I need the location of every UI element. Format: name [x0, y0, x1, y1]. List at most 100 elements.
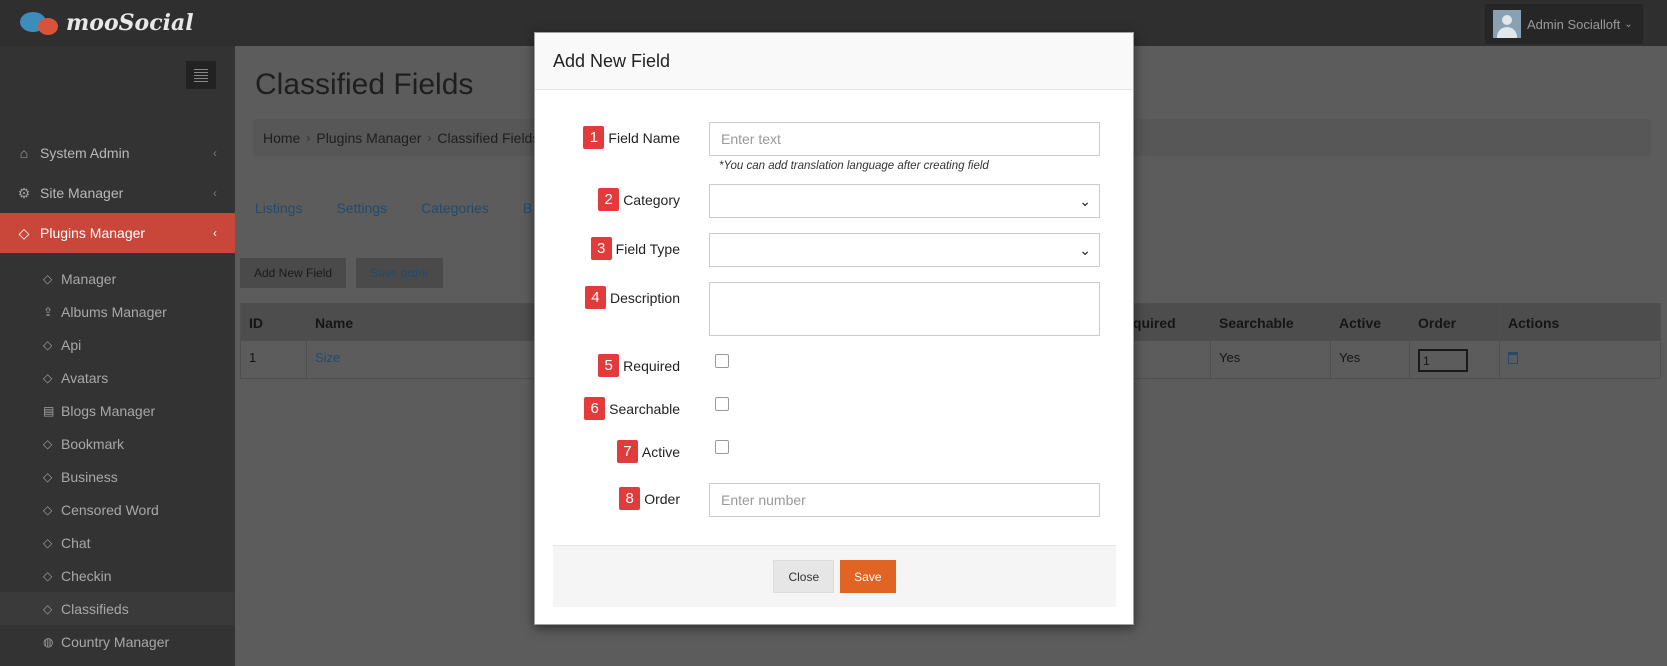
label-text: Description — [609, 289, 680, 306]
field-type-select[interactable]: ⌄ — [709, 233, 1100, 267]
sidebar: ⌂ System Admin ‹ ⚙ Site Manager ‹ ◇ Plug… — [0, 46, 235, 666]
avatar — [1493, 10, 1521, 38]
subitem-label: Bookmark — [61, 435, 125, 452]
action-buttons: Add New Field Save order — [240, 258, 443, 288]
step-badge: 4 — [584, 286, 606, 309]
user-menu[interactable]: Admin Socialloft ⌄ — [1485, 4, 1643, 44]
add-new-field-button[interactable]: Add New Field — [240, 258, 347, 288]
category-label: 2 Category — [598, 188, 680, 211]
order-input[interactable]: Enter number — [709, 483, 1100, 517]
label-text: Searchable — [609, 400, 680, 417]
add-field-modal: Add New Field 1 Field Name Enter text *Y… — [534, 32, 1134, 625]
step-badge: 5 — [598, 354, 620, 377]
tag-icon: ◇ — [43, 436, 53, 451]
order-input[interactable]: 1 — [1418, 349, 1468, 372]
chevron-left-icon: ‹ — [213, 186, 217, 200]
sidebar-subitem[interactable]: ◇ Api — [0, 328, 235, 361]
globe-icon: ◍ — [43, 634, 54, 649]
category-select[interactable]: ⌄ — [709, 184, 1100, 218]
sidebar-item-system-admin[interactable]: ⌂ System Admin ‹ — [0, 133, 235, 173]
user-name: Admin Socialloft — [1527, 16, 1621, 32]
sidebar-subitem-classifieds[interactable]: ◇ Classifieds — [0, 592, 235, 625]
sidebar-subitem[interactable]: ◇ Censored Word — [0, 493, 235, 526]
subitem-label: Business — [61, 468, 118, 485]
gears-icon: ⚙ — [17, 184, 31, 201]
cell-active: Yes — [1331, 341, 1410, 378]
sidebar-subitem[interactable]: ◇ Manager — [0, 262, 235, 295]
tag-icon: ◇ — [43, 568, 53, 583]
tab-settings[interactable]: Settings — [336, 200, 387, 216]
save-order-button[interactable]: Save order — [356, 258, 443, 288]
sidebar-subitem[interactable]: ◍ Country Manager — [0, 625, 235, 658]
step-badge: 2 — [598, 188, 620, 211]
modal-footer: Close Save — [553, 545, 1116, 607]
tag-icon: ◇ — [43, 337, 53, 352]
description-textarea[interactable] — [709, 282, 1100, 336]
subitem-label: Censored Word — [61, 501, 159, 518]
field-name-hint: *You can add translation language after … — [719, 160, 989, 172]
header-actions: Actions — [1508, 314, 1560, 331]
subitem-label: Api — [61, 336, 82, 353]
searchable-label: 6 Searchable — [584, 397, 680, 420]
step-badge: 3 — [590, 237, 612, 260]
sidebar-subitem[interactable]: ◇ Business — [0, 460, 235, 493]
active-checkbox[interactable] — [715, 440, 729, 454]
sidebar-subitem[interactable]: ▤ Blogs Manager — [0, 394, 235, 427]
tag-icon: ◇ — [43, 601, 53, 616]
searchable-checkbox[interactable] — [715, 397, 729, 411]
subitem-label: Manager — [61, 270, 117, 287]
sidebar-subitem[interactable]: ◇ Chat — [0, 526, 235, 559]
step-badge: 8 — [619, 487, 641, 510]
chevron-down-icon: ⌄ — [1624, 18, 1633, 30]
page-title: Classified Fields — [255, 68, 474, 101]
subitem-label: Country Manager — [61, 633, 170, 650]
sidebar-item-label: System Admin — [40, 145, 130, 161]
tag-icon: ◇ — [43, 469, 53, 484]
trash-icon[interactable] — [1508, 352, 1518, 364]
sidebar-toggle-button[interactable] — [186, 61, 216, 89]
subitem-label: Blogs Manager — [61, 402, 156, 419]
chevron-down-icon: ⌄ — [1079, 192, 1091, 209]
close-button[interactable]: Close — [773, 560, 835, 593]
breadcrumb-home[interactable]: Home — [263, 130, 300, 146]
tag-icon: ◇ — [43, 535, 53, 550]
sidebar-subitem[interactable]: ◇ Checkin — [0, 559, 235, 592]
sidebar-item-label: Plugins Manager — [40, 225, 146, 241]
chevron-right-icon: › — [427, 130, 432, 145]
header-active: Active — [1331, 304, 1410, 341]
tab-categories[interactable]: Categories — [421, 200, 489, 216]
label-text: Required — [623, 357, 680, 374]
header-order: Order — [1410, 304, 1500, 341]
modal-title: Add New Field — [535, 33, 1133, 90]
label-text: Field Type — [615, 240, 680, 257]
tag-icon: ◇ — [43, 271, 53, 286]
comment-icon: ▤ — [43, 403, 55, 418]
sidebar-item-site-manager[interactable]: ⚙ Site Manager ‹ — [0, 173, 235, 213]
sidebar-subitem[interactable]: ◇ Bookmark — [0, 427, 235, 460]
header-id: ID — [241, 304, 307, 341]
required-label: 5 Required — [598, 354, 680, 377]
save-button[interactable]: Save — [840, 560, 896, 593]
field-type-label: 3 Field Type — [590, 237, 680, 260]
step-badge: 7 — [616, 440, 638, 463]
cell-order: 1 — [1410, 341, 1500, 378]
breadcrumb-current: Classified Fields — [437, 129, 540, 146]
tab-listings[interactable]: Listings — [255, 200, 302, 216]
label-text: Category — [623, 191, 680, 208]
required-checkbox[interactable] — [715, 354, 729, 368]
tab-partial[interactable]: B — [523, 200, 532, 216]
field-name-label: 1 Field Name — [583, 126, 680, 149]
breadcrumb-plugins-manager[interactable]: Plugins Manager — [316, 130, 421, 146]
sidebar-item-plugins-manager[interactable]: ◇ Plugins Manager ‹ — [0, 213, 235, 253]
upload-icon: ⇪ — [43, 304, 54, 319]
active-label: 7 Active — [616, 440, 680, 463]
subitem-label: Classifieds — [61, 600, 129, 617]
field-name-input[interactable]: Enter text — [709, 122, 1100, 156]
app-logo[interactable]: mooSocial — [18, 8, 194, 38]
sidebar-subitem[interactable]: ⇪ Albums Manager — [0, 295, 235, 328]
tag-icon: ◇ — [43, 502, 53, 517]
sidebar-subitem[interactable]: ◇ Avatars — [0, 361, 235, 394]
description-label: 4 Description — [584, 286, 680, 309]
label-text: Field Name — [608, 129, 680, 146]
cell-id: 1 — [241, 341, 307, 378]
